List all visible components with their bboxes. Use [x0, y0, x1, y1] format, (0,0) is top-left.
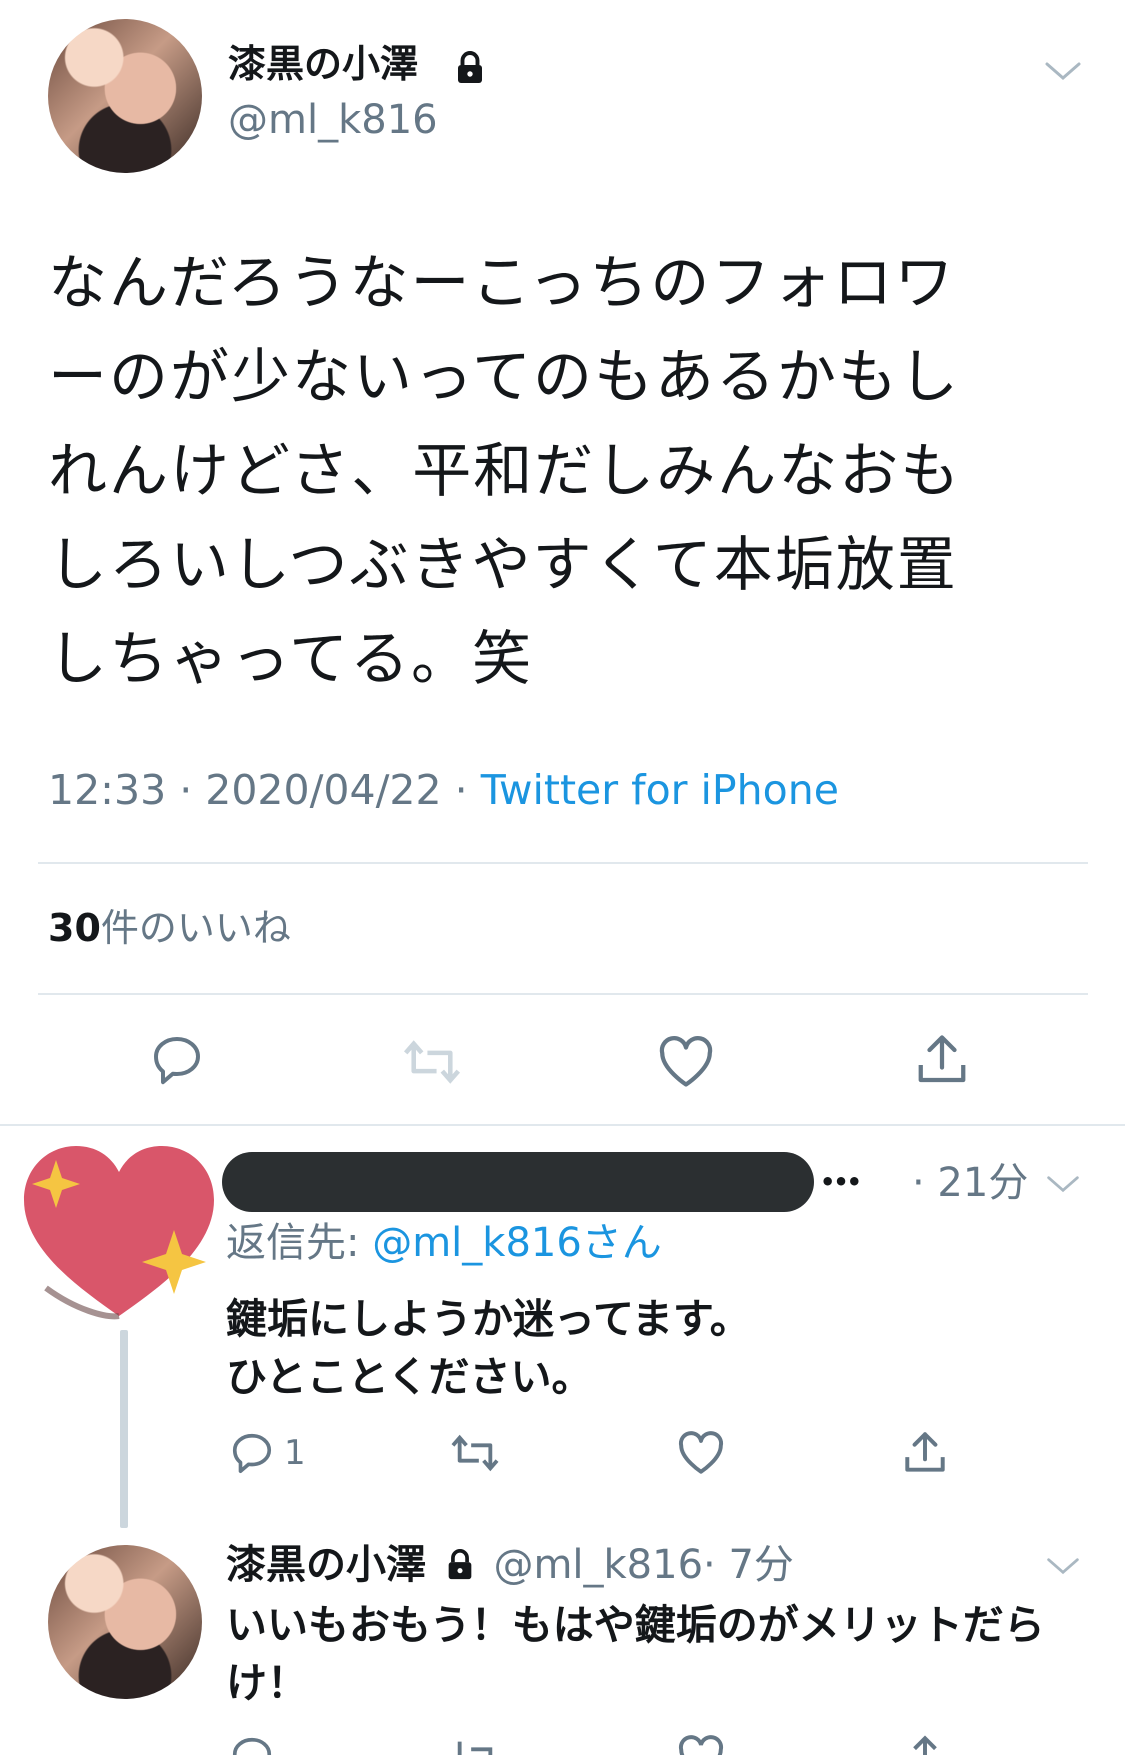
- reply-bubble-icon[interactable]: [148, 1032, 206, 1088]
- reply-to: 返信先: @ml_k816さん: [226, 1218, 662, 1268]
- reply-to-handle[interactable]: @ml_k816さん: [372, 1220, 662, 1266]
- heart-icon[interactable]: [656, 1034, 716, 1090]
- divider: [38, 993, 1088, 995]
- share-icon[interactable]: [900, 1732, 950, 1755]
- second-reply-time: · 7分: [703, 1542, 794, 1588]
- tweet-meta: 12:33 · 2020/04/22 · Twitter for iPhone: [48, 764, 839, 816]
- second-reply-text-line: け！: [226, 1659, 308, 1707]
- share-icon[interactable]: [900, 1428, 950, 1478]
- avatar[interactable]: [48, 19, 202, 173]
- tweet-time: 12:33: [48, 766, 167, 814]
- likes-label: 件のいいね: [100, 906, 291, 950]
- chevron-down-icon[interactable]: [1045, 1172, 1081, 1200]
- reply-count: 1: [284, 1433, 306, 1473]
- handle[interactable]: @ml_k816: [228, 96, 438, 144]
- display-name[interactable]: 漆黒の小澤: [226, 1542, 426, 1588]
- lock-icon: [452, 50, 488, 86]
- tweet-text-line: れんけどさ、平和だしみんなおも: [48, 436, 962, 505]
- tweet-source-link[interactable]: Twitter for iPhone: [481, 766, 839, 814]
- tweet-date: 2020/04/22: [205, 766, 442, 814]
- chevron-down-icon[interactable]: [1043, 58, 1083, 88]
- heart-icon[interactable]: [676, 1734, 726, 1755]
- tweet-text: なんだろうなーこっちのフォロワ ーのが少ないってのもあるかもし れんけどさ、平和…: [48, 236, 1088, 706]
- share-icon[interactable]: [912, 1030, 972, 1090]
- thread-line: [120, 1330, 128, 1528]
- display-name[interactable]: 漆黒の小澤: [228, 40, 418, 88]
- tweet-text-line: なんだろうなーこっちのフォロワ: [48, 248, 956, 317]
- second-reply-header: 漆黒の小澤 @ml_k816· 7分: [226, 1540, 794, 1590]
- reply-time: · 21分: [912, 1160, 1029, 1206]
- likes-count: 30: [48, 906, 101, 950]
- divider: [38, 862, 1088, 864]
- redaction-bar: [222, 1152, 814, 1212]
- reply-text: 鍵垢にしようか迷ってます。 ひとことください。: [226, 1290, 751, 1406]
- second-reply-text-line: いいもおもう！もはや鍵垢のがメリットだら: [226, 1601, 1045, 1649]
- meta-separator: ·: [441, 766, 481, 814]
- tweet-text-line: しろいしつぶきやすくて本垢放置: [48, 530, 958, 599]
- handle[interactable]: @ml_k816: [493, 1542, 703, 1588]
- reply-bubble-icon[interactable]: [228, 1734, 276, 1755]
- retweet-icon[interactable]: [448, 1734, 502, 1755]
- reply-text-line: 鍵垢にしようか迷ってます。: [226, 1295, 751, 1343]
- more-options[interactable]: •••: [820, 1164, 862, 1200]
- lock-icon: [443, 1548, 477, 1582]
- avatar[interactable]: [48, 1545, 202, 1699]
- reply-text-line: ひとことください。: [226, 1353, 593, 1401]
- second-reply-text: いいもおもう！もはや鍵垢のがメリットだら け！: [226, 1596, 1045, 1712]
- reply-to-label: 返信先:: [226, 1220, 373, 1266]
- likes-stat[interactable]: 30件のいいね: [48, 903, 291, 953]
- heart-emoji-avatar[interactable]: [16, 1138, 222, 1327]
- tweet-text-line: ーのが少ないってのもあるかもし: [48, 342, 961, 411]
- second-reply-actions: [0, 1730, 1125, 1755]
- divider: [0, 1124, 1125, 1126]
- chevron-down-icon[interactable]: [1045, 1554, 1081, 1582]
- retweet-icon[interactable]: [400, 1034, 464, 1090]
- meta-separator: ·: [166, 766, 206, 814]
- reply-bubble-icon[interactable]: [228, 1430, 276, 1476]
- heart-icon[interactable]: [676, 1430, 726, 1476]
- tweet-text-line: しちゃってる。笑: [48, 624, 534, 693]
- retweet-icon[interactable]: [448, 1430, 502, 1476]
